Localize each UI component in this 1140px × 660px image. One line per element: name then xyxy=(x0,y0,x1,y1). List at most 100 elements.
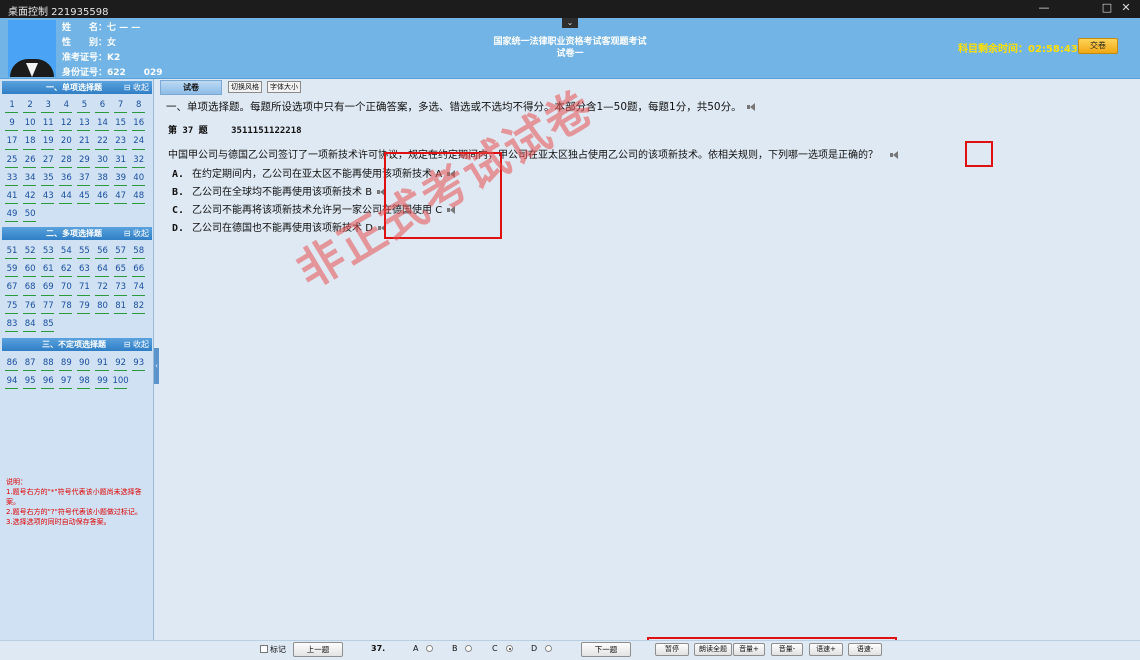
question-link[interactable]: 7 xyxy=(112,97,130,115)
option-b[interactable]: B. 乙公司在全球均不能再使用该项新技术 B xyxy=(172,183,386,198)
question-link[interactable]: 28 xyxy=(57,152,75,170)
question-link[interactable]: 23 xyxy=(112,133,130,151)
question-link[interactable]: 31 xyxy=(112,152,130,170)
font-size-button[interactable]: 字体大小 xyxy=(267,81,301,93)
question-link[interactable]: 41 xyxy=(3,188,21,206)
question-link[interactable]: 77 xyxy=(39,298,57,316)
question-link[interactable]: 74 xyxy=(130,279,148,297)
pause-button[interactable]: 暂停 xyxy=(655,643,689,656)
question-link[interactable]: 55 xyxy=(75,243,93,261)
question-link[interactable]: 59 xyxy=(3,261,21,279)
prev-button[interactable]: 上一题 xyxy=(293,642,343,657)
question-link[interactable]: 73 xyxy=(112,279,130,297)
question-link[interactable]: 76 xyxy=(21,298,39,316)
speaker-icon[interactable] xyxy=(746,103,756,111)
question-link[interactable]: 15 xyxy=(112,115,130,133)
question-link[interactable]: 10 xyxy=(21,115,39,133)
question-link[interactable]: 66 xyxy=(130,261,148,279)
read-all-button[interactable]: 朗读全题 xyxy=(694,643,732,656)
question-link[interactable]: 58 xyxy=(130,243,148,261)
question-link[interactable]: 72 xyxy=(93,279,111,297)
switch-style-button[interactable]: 切换风格 xyxy=(228,81,262,93)
question-link[interactable]: 49 xyxy=(3,206,21,224)
tab-paper[interactable]: 试卷 xyxy=(160,80,222,95)
question-link[interactable]: 19 xyxy=(39,133,57,151)
question-link[interactable]: 46 xyxy=(93,188,111,206)
option-d[interactable]: D. 乙公司在德国也不能再使用该项新技术 D xyxy=(172,219,387,234)
question-link[interactable]: 27 xyxy=(39,152,57,170)
question-link[interactable]: 61 xyxy=(39,261,57,279)
question-link[interactable]: 34 xyxy=(21,170,39,188)
submit-button[interactable]: 交卷 xyxy=(1078,38,1118,54)
question-link[interactable]: 20 xyxy=(57,133,75,151)
question-link[interactable]: 63 xyxy=(75,261,93,279)
question-link[interactable]: 52 xyxy=(21,243,39,261)
question-link[interactable]: 14 xyxy=(93,115,111,133)
question-link[interactable]: 92 xyxy=(112,355,130,373)
question-link[interactable]: 94 xyxy=(3,373,21,391)
answer-radio-b[interactable] xyxy=(465,645,472,652)
question-link[interactable]: 38 xyxy=(93,170,111,188)
question-link[interactable]: 69 xyxy=(39,279,57,297)
question-link[interactable]: 24 xyxy=(130,133,148,151)
question-link[interactable]: 51 xyxy=(3,243,21,261)
question-link[interactable]: 12 xyxy=(57,115,75,133)
speed-up-button[interactable]: 语速+ xyxy=(809,643,843,656)
question-link[interactable]: 39 xyxy=(112,170,130,188)
question-link[interactable]: 75 xyxy=(3,298,21,316)
question-link[interactable]: 42 xyxy=(21,188,39,206)
collapse-toggle[interactable]: ⊟ 收起 xyxy=(124,338,149,351)
question-link[interactable]: 80 xyxy=(93,298,111,316)
question-link[interactable]: 40 xyxy=(130,170,148,188)
question-link[interactable]: 5 xyxy=(75,97,93,115)
question-link[interactable]: 64 xyxy=(93,261,111,279)
question-link[interactable]: 96 xyxy=(39,373,57,391)
question-link[interactable]: 85 xyxy=(39,316,57,334)
answer-radio-a[interactable] xyxy=(426,645,433,652)
question-link[interactable]: 95 xyxy=(21,373,39,391)
question-link[interactable]: 30 xyxy=(93,152,111,170)
mark-checkbox[interactable] xyxy=(260,645,268,653)
question-link[interactable]: 78 xyxy=(57,298,75,316)
question-link[interactable]: 57 xyxy=(112,243,130,261)
volume-up-button[interactable]: 音量+ xyxy=(733,643,765,656)
question-link[interactable]: 9 xyxy=(3,115,21,133)
question-link[interactable]: 21 xyxy=(75,133,93,151)
speed-down-button[interactable]: 语速- xyxy=(848,643,882,656)
question-link[interactable]: 86 xyxy=(3,355,21,373)
question-link[interactable]: 36 xyxy=(57,170,75,188)
question-link[interactable]: 81 xyxy=(112,298,130,316)
question-link[interactable]: 91 xyxy=(93,355,111,373)
question-link[interactable]: 87 xyxy=(21,355,39,373)
question-link[interactable]: 17 xyxy=(3,133,21,151)
question-link[interactable]: 88 xyxy=(39,355,57,373)
question-link[interactable]: 70 xyxy=(57,279,75,297)
question-link[interactable]: 79 xyxy=(75,298,93,316)
question-link[interactable]: 48 xyxy=(130,188,148,206)
question-link[interactable]: 3 xyxy=(39,97,57,115)
question-link[interactable]: 89 xyxy=(57,355,75,373)
question-link[interactable]: 60 xyxy=(21,261,39,279)
close-button[interactable]: ✕ xyxy=(1112,1,1140,17)
question-link[interactable]: 4 xyxy=(57,97,75,115)
volume-down-button[interactable]: 音量- xyxy=(771,643,803,656)
question-link[interactable]: 68 xyxy=(21,279,39,297)
answer-radio-d[interactable] xyxy=(545,645,552,652)
question-link[interactable]: 65 xyxy=(112,261,130,279)
question-link[interactable]: 56 xyxy=(93,243,111,261)
question-link[interactable]: 53 xyxy=(39,243,57,261)
question-link[interactable]: 97 xyxy=(57,373,75,391)
question-link[interactable]: 62 xyxy=(57,261,75,279)
question-link[interactable]: 1 xyxy=(3,97,21,115)
panel-collapse-handle[interactable]: ‹ xyxy=(154,348,159,384)
collapse-toggle[interactable]: ⊟ 收起 xyxy=(124,81,149,94)
question-link[interactable]: 84 xyxy=(21,316,39,334)
question-link[interactable]: 8 xyxy=(130,97,148,115)
question-link[interactable]: 2 xyxy=(21,97,39,115)
question-link[interactable]: 6 xyxy=(93,97,111,115)
question-link[interactable]: 98 xyxy=(75,373,93,391)
question-link[interactable]: 33 xyxy=(3,170,21,188)
question-link[interactable]: 90 xyxy=(75,355,93,373)
question-link[interactable]: 54 xyxy=(57,243,75,261)
question-link[interactable]: 18 xyxy=(21,133,39,151)
